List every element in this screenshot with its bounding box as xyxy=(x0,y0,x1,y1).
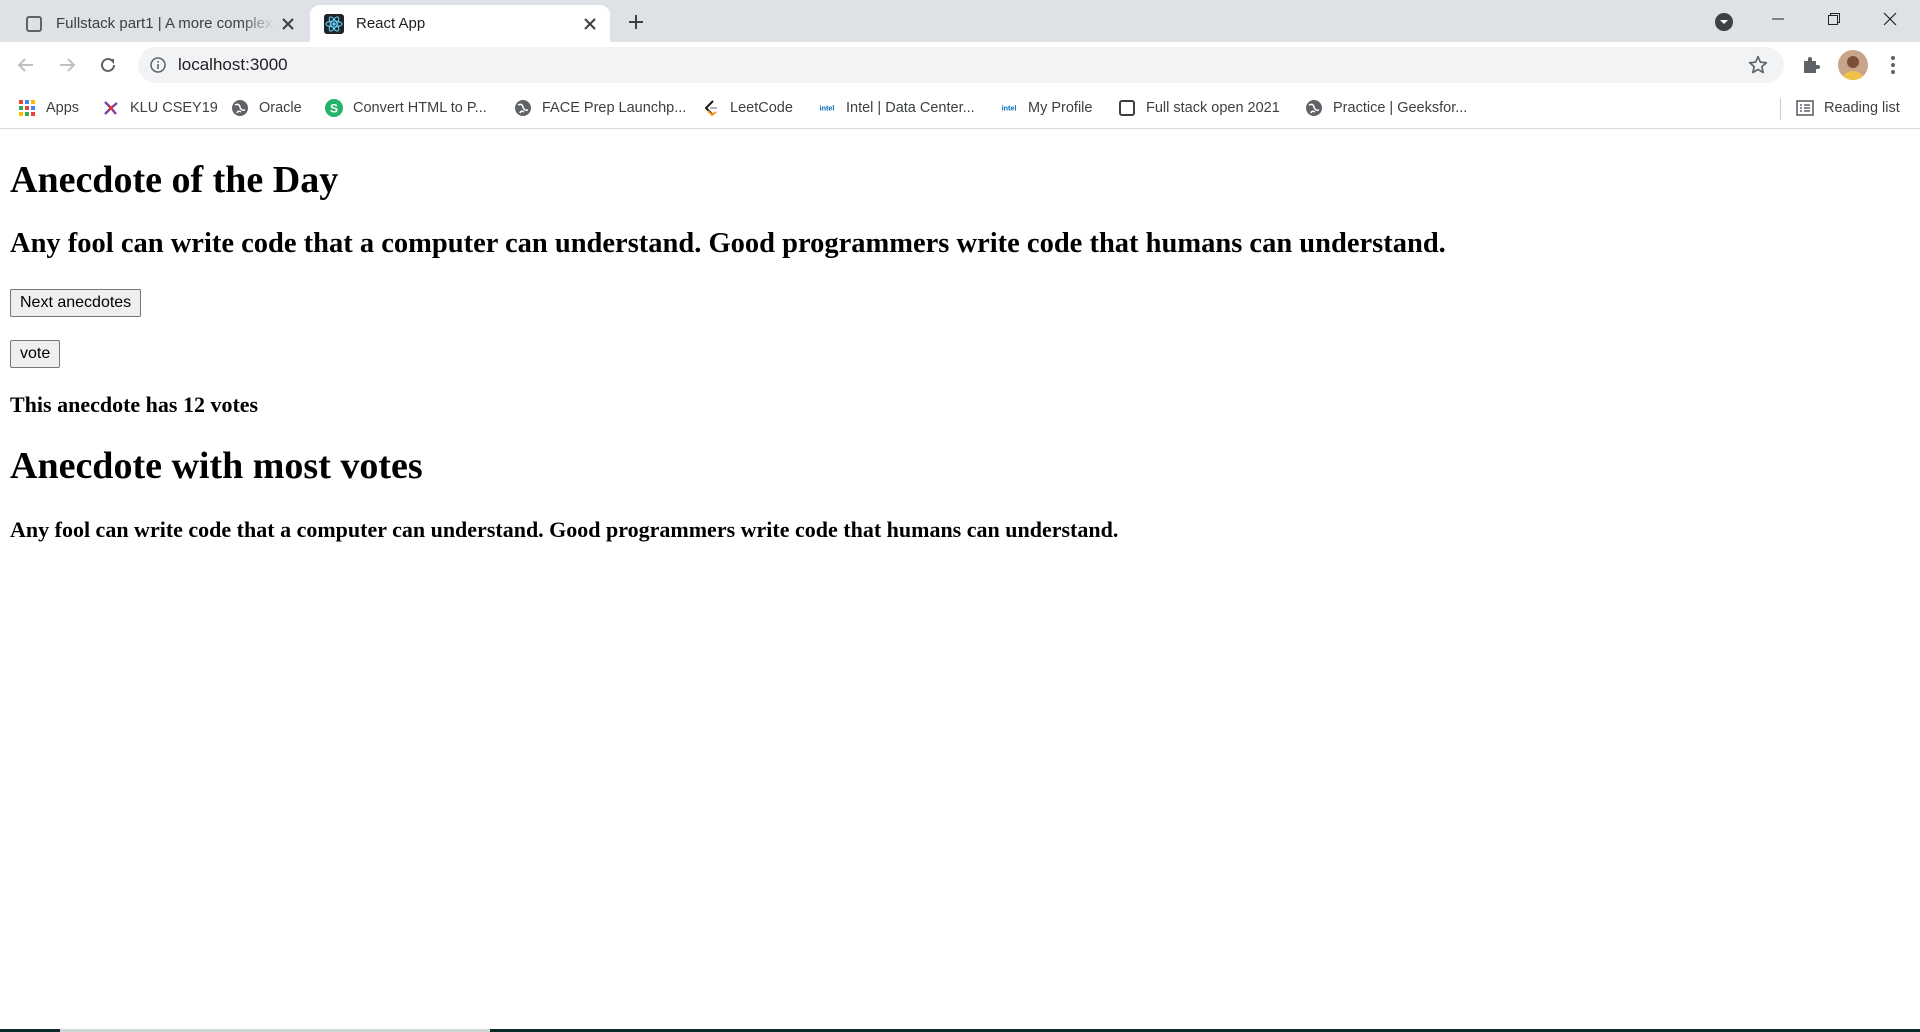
page-title: Anecdote of the Day xyxy=(10,159,339,201)
close-icon[interactable] xyxy=(576,10,604,38)
svg-text:intel: intel xyxy=(820,104,835,113)
bookmark-label: Full stack open 2021 xyxy=(1146,100,1280,116)
page-icon xyxy=(1118,99,1136,117)
reading-list-icon xyxy=(1796,99,1814,117)
leetcode-icon xyxy=(702,99,720,117)
most-votes-heading: Anecdote with most votes xyxy=(10,445,423,487)
bookmark-label: Convert HTML to P... xyxy=(353,100,487,116)
svg-text:intel: intel xyxy=(1002,104,1017,113)
restore-button[interactable] xyxy=(1806,0,1862,38)
react-icon xyxy=(324,13,344,34)
bookmark-label: Oracle xyxy=(259,100,302,116)
bookmarks-divider xyxy=(1780,98,1781,120)
close-icon xyxy=(1883,12,1897,26)
bookmark-leetcode[interactable]: LeetCode xyxy=(702,95,793,121)
bookmark-apps[interactable]: Apps xyxy=(18,95,79,121)
restore-icon xyxy=(1828,13,1840,25)
bookmark-label: My Profile xyxy=(1028,100,1093,116)
bookmark-face-prep[interactable]: FACE Prep Launchp... xyxy=(514,95,686,121)
bookmark-full-stack-open[interactable]: Full stack open 2021 xyxy=(1118,95,1280,121)
profile-avatar[interactable] xyxy=(1838,50,1868,80)
chevron-down-circle-icon xyxy=(1715,13,1733,31)
svg-text:S: S xyxy=(330,102,338,116)
bookmark-geeksforgeeks[interactable]: Practice | Geeksfor... xyxy=(1305,95,1467,121)
close-icon[interactable] xyxy=(274,10,302,38)
bookmark-label: Apps xyxy=(46,100,80,116)
reload-button[interactable] xyxy=(92,49,124,81)
reload-icon xyxy=(101,57,115,72)
url-text[interactable]: localhost:3000 xyxy=(178,55,1744,75)
bookmark-label: LeetCode xyxy=(730,100,793,116)
globe-icon xyxy=(514,99,532,117)
kebab-menu-icon xyxy=(1891,56,1895,74)
back-button[interactable] xyxy=(10,49,42,81)
apps-grid-icon xyxy=(18,99,36,117)
menu-button[interactable] xyxy=(1878,50,1908,80)
browser-toolbar: localhost:3000 xyxy=(0,42,1920,88)
klu-icon xyxy=(102,99,120,117)
close-window-button[interactable] xyxy=(1862,0,1918,38)
reading-list-label: Reading list xyxy=(1824,100,1900,116)
most-voted-anecdote: Any fool can write code that a computer … xyxy=(10,517,1119,542)
current-anecdote: Any fool can write code that a computer … xyxy=(10,228,1446,259)
tab-fullstack-part1[interactable]: Fullstack part1 | A more complex state, … xyxy=(10,5,308,42)
info-icon[interactable] xyxy=(148,55,168,75)
tab-title: React App xyxy=(356,15,426,32)
bookmark-klu[interactable]: KLU CSEY19 xyxy=(102,95,218,121)
new-tab-button[interactable] xyxy=(622,8,650,36)
bookmark-intel-data-center[interactable]: intel Intel | Data Center... xyxy=(818,95,975,121)
bookmarks-bar: Apps KLU CSEY19 Oracle S Convert HTML to… xyxy=(0,88,1920,129)
globe-icon xyxy=(1305,99,1323,117)
s-logo-icon: S xyxy=(325,99,343,117)
minimize-button[interactable] xyxy=(1750,0,1806,38)
puzzle-icon xyxy=(1804,57,1820,73)
extensions-button[interactable] xyxy=(1796,50,1826,80)
minimize-icon xyxy=(1772,18,1784,20)
tab-react-app[interactable]: React App xyxy=(310,5,610,42)
bookmark-label: FACE Prep Launchp... xyxy=(542,100,687,116)
reading-list-button[interactable]: Reading list xyxy=(1796,95,1900,121)
address-bar[interactable]: localhost:3000 xyxy=(138,47,1784,83)
next-anecdote-button[interactable]: Next anecdotes xyxy=(10,289,142,317)
tab-strip: Fullstack part1 | A more complex state, … xyxy=(0,0,1920,42)
bookmark-convert-html[interactable]: S Convert HTML to P... xyxy=(325,95,487,121)
tab-search-button[interactable] xyxy=(1710,8,1738,36)
votes-count: This anecdote has 12 votes xyxy=(10,392,259,417)
bookmark-my-profile[interactable]: intel My Profile xyxy=(1000,95,1093,121)
bookmark-label: Practice | Geeksfor... xyxy=(1333,100,1468,116)
bookmark-oracle[interactable]: Oracle xyxy=(231,95,302,121)
forward-button[interactable] xyxy=(51,49,83,81)
arrow-left-icon xyxy=(17,58,33,72)
intel-icon: intel xyxy=(1000,99,1018,117)
globe-icon xyxy=(231,99,249,117)
plus-icon xyxy=(629,15,643,29)
vote-button[interactable]: vote xyxy=(10,340,61,368)
intel-icon: intel xyxy=(818,99,836,117)
tab-title: Fullstack part1 | A more complex state, … xyxy=(56,15,274,32)
bookmark-label: Intel | Data Center... xyxy=(846,100,975,116)
page-icon xyxy=(24,14,44,34)
bookmark-label: KLU CSEY19 xyxy=(130,100,218,116)
arrow-right-icon xyxy=(60,58,76,72)
bookmark-star-icon[interactable] xyxy=(1744,51,1772,79)
